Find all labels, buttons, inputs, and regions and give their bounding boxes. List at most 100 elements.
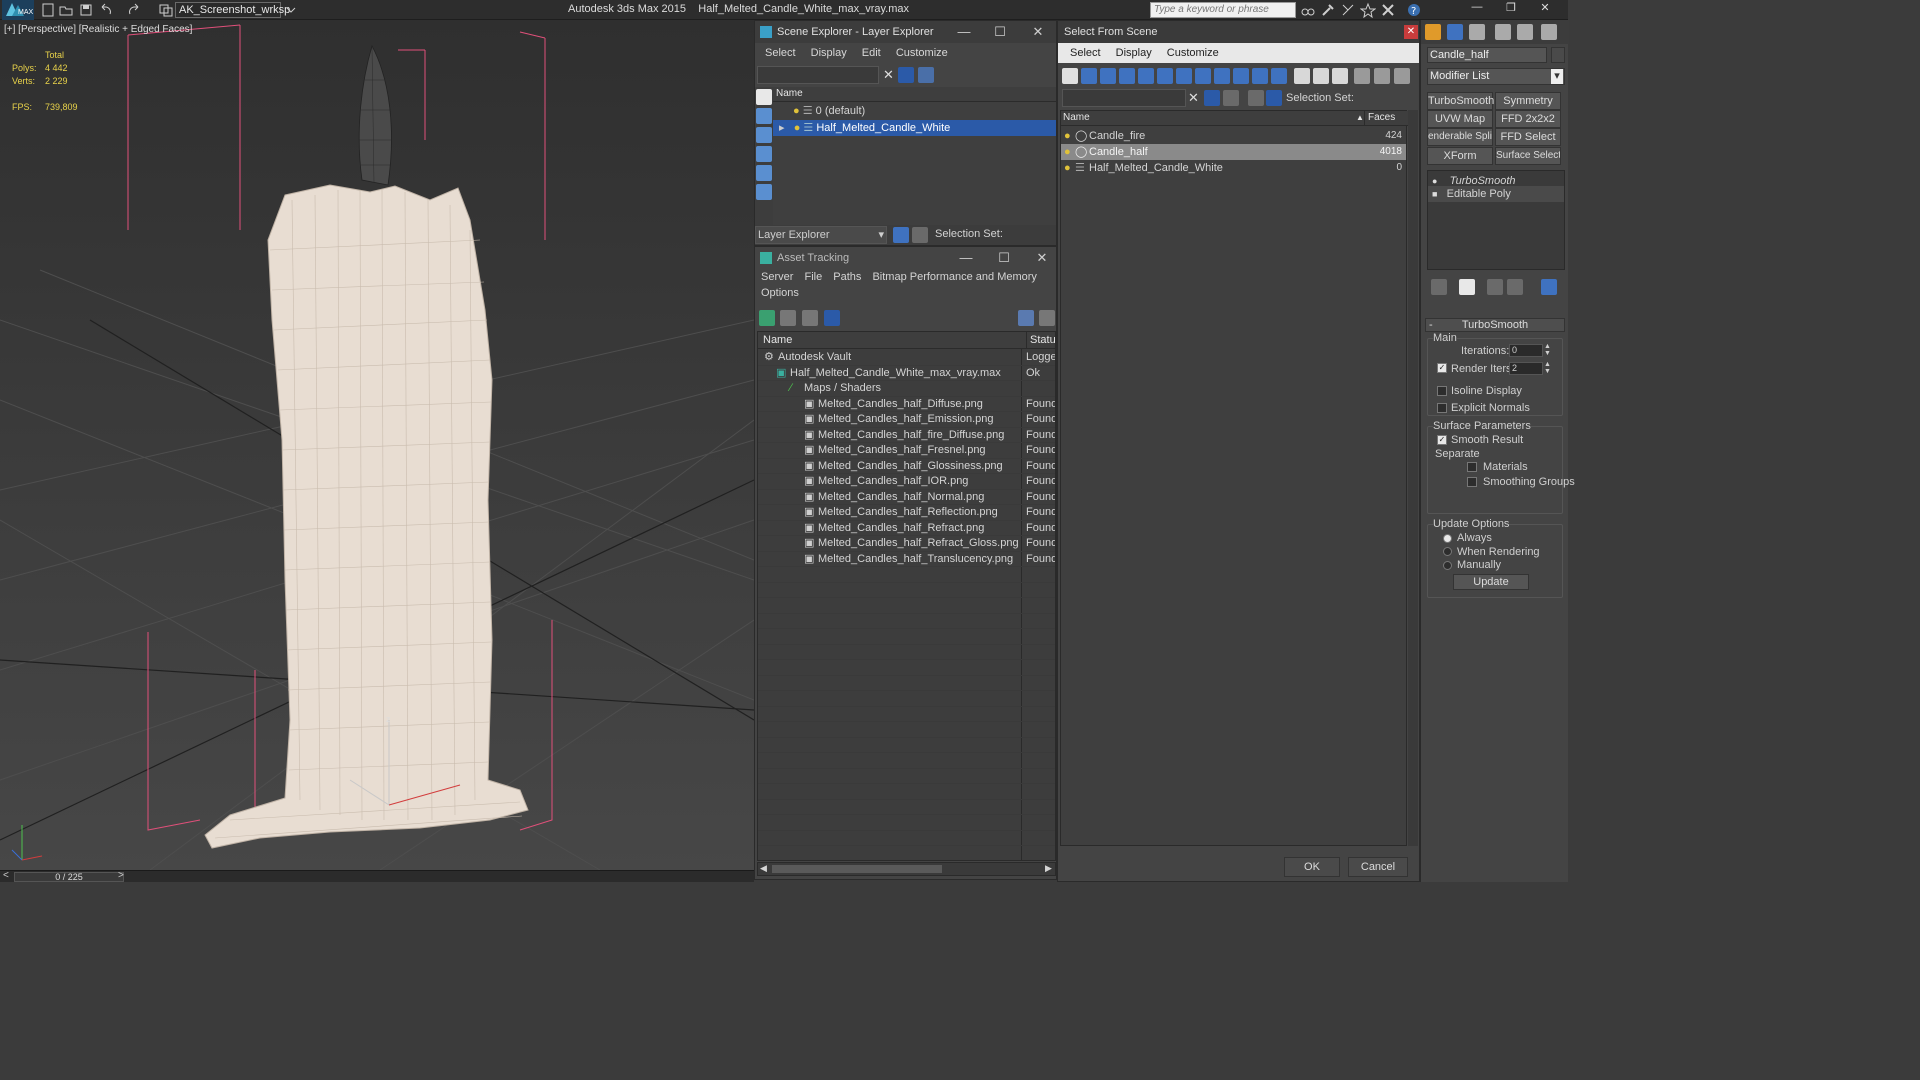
- asset-tracking-minimize[interactable]: —: [953, 247, 979, 269]
- object-row-layer[interactable]: ● ☰ Half_Melted_Candle_White 0: [1061, 160, 1406, 176]
- asset-row-map[interactable]: ▣ Melted_Candles_half_IOR.png Found: [758, 474, 1055, 490]
- display-geometry-icon[interactable]: [756, 108, 772, 124]
- time-prev-button[interactable]: <: [3, 870, 9, 881]
- filter-bones-icon[interactable]: [1233, 68, 1249, 84]
- make-unique-icon[interactable]: [1487, 279, 1503, 295]
- asset-row-map[interactable]: ▣ Melted_Candles_half_Fresnel.png Found: [758, 443, 1055, 459]
- select-invert-icon[interactable]: [1332, 68, 1348, 84]
- lightbulb-icon[interactable]: ●: [793, 105, 800, 117]
- filter-icon[interactable]: [898, 67, 914, 83]
- object-row-candle-fire[interactable]: ● ◯ Candle_fire 424: [1061, 128, 1406, 144]
- stack-item-editable-poly[interactable]: ■ Editable Poly: [1428, 186, 1564, 202]
- help-icon[interactable]: [1018, 310, 1034, 326]
- modifier-list-dropdown[interactable]: Modifier List ▾: [1427, 68, 1565, 85]
- filter-xrefs-icon[interactable]: [1214, 68, 1230, 84]
- iterations-spinner[interactable]: 0: [1509, 344, 1543, 357]
- tree-header-name[interactable]: Name: [773, 87, 1056, 102]
- cancel-button[interactable]: Cancel: [1348, 857, 1408, 877]
- menu-display[interactable]: Display: [811, 47, 847, 59]
- asset-row-empty[interactable]: [758, 645, 1055, 660]
- workspace-dropdown[interactable]: AK_Screenshot_wrksp: [175, 2, 290, 18]
- asset-tracking-close[interactable]: ✕: [1029, 247, 1055, 269]
- display-all-icon[interactable]: [756, 89, 772, 105]
- asset-row-scene-file[interactable]: ▣ Half_Melted_Candle_White_max_vray.max Ok: [758, 366, 1055, 381]
- display-cameras-icon[interactable]: [756, 165, 772, 181]
- asset-row-empty[interactable]: [758, 629, 1055, 645]
- modifier-button-turbosmooth[interactable]: TurboSmooth: [1427, 92, 1494, 110]
- asset-row-map[interactable]: ▣ Melted_Candles_half_fire_Diffuse.png Fou…: [758, 428, 1055, 443]
- tools-icon[interactable]: [1320, 2, 1336, 18]
- asset-row-empty[interactable]: [758, 831, 1055, 846]
- time-slider-thumb[interactable]: 0 / 225: [14, 872, 124, 882]
- tree-view-icon[interactable]: [802, 310, 818, 326]
- menu-server[interactable]: Server: [761, 271, 793, 283]
- app-logo[interactable]: MAX: [2, 0, 34, 20]
- asset-row-map[interactable]: ▣ Melted_Candles_half_Emission.png Found: [758, 412, 1055, 428]
- asset-row-map[interactable]: ▣ Melted_Candles_half_Refract_Gloss.png Fo…: [758, 536, 1055, 552]
- select-none-icon[interactable]: [1313, 68, 1329, 84]
- scene-explorer-close[interactable]: ✕: [1025, 21, 1051, 43]
- scene-explorer-maximize[interactable]: ☐: [987, 21, 1013, 43]
- lightbulb-icon[interactable]: ●: [1064, 128, 1071, 144]
- render-iters-spinner[interactable]: 2: [1509, 362, 1543, 375]
- asset-row-maps-group[interactable]: ∕ Maps / Shaders: [758, 381, 1055, 397]
- object-row-candle-half[interactable]: ● ◯ Candle_half 4018: [1061, 144, 1406, 160]
- save-icon[interactable]: [78, 2, 94, 18]
- lightbulb-icon[interactable]: ●: [1432, 176, 1437, 186]
- asset-row-map[interactable]: ▣ Melted_Candles_half_Glossiness.png Found: [758, 459, 1055, 474]
- table-view-icon[interactable]: [824, 310, 840, 326]
- isoline-checkbox[interactable]: [1437, 386, 1447, 396]
- hierarchy-icon[interactable]: [912, 227, 928, 243]
- col-name[interactable]: Name: [763, 332, 792, 349]
- show-end-result-icon[interactable]: [1459, 279, 1475, 295]
- clear-search-icon[interactable]: ✕: [883, 67, 894, 83]
- asset-row-vault[interactable]: ⚙ Autodesk Vault Logged: [758, 350, 1055, 366]
- filter-cameras-icon[interactable]: [1138, 68, 1154, 84]
- binoculars-icon[interactable]: [1300, 2, 1316, 18]
- filter-frozen-icon[interactable]: [1271, 68, 1287, 84]
- chevron-down-icon[interactable]: [283, 2, 299, 18]
- asset-hscrollbar[interactable]: ◀ ▶: [757, 862, 1056, 876]
- sfs-search-input[interactable]: [1062, 89, 1186, 107]
- asset-row-empty[interactable]: [758, 784, 1055, 800]
- asset-row-empty[interactable]: [758, 567, 1055, 583]
- filter-icon[interactable]: [1204, 90, 1220, 106]
- asset-row-empty[interactable]: [758, 769, 1055, 784]
- object-color-swatch[interactable]: [1551, 47, 1565, 63]
- modifier-button-xform[interactable]: XForm: [1427, 147, 1493, 165]
- layer-row-default[interactable]: ● ☰ 0 (default): [773, 103, 1056, 119]
- columns-icon[interactable]: [1394, 68, 1410, 84]
- asset-row-empty[interactable]: [758, 800, 1055, 815]
- asset-row-empty[interactable]: [758, 722, 1055, 738]
- asset-row-empty[interactable]: [758, 691, 1055, 707]
- when-rendering-radio[interactable]: [1443, 547, 1452, 556]
- scene-explorer-minimize[interactable]: —: [951, 21, 977, 43]
- perspective-viewport[interactable]: z [+] [Perspective] [Realistic + Edged F…: [0, 20, 754, 870]
- asset-row-map[interactable]: ▣ Melted_Candles_half_Reflection.png Found: [758, 505, 1055, 521]
- display-lights-icon[interactable]: [756, 146, 772, 162]
- asset-row-empty[interactable]: [758, 707, 1055, 722]
- expand-icon[interactable]: ▸: [779, 122, 785, 134]
- asset-row-empty[interactable]: [758, 660, 1055, 676]
- expand-icon[interactable]: ■: [1432, 189, 1437, 199]
- select-from-scene-titlebar[interactable]: Select From Scene ✕: [1058, 21, 1419, 43]
- layers-icon[interactable]: [1248, 90, 1264, 106]
- filter-lights-icon[interactable]: [1119, 68, 1135, 84]
- scene-explorer-search[interactable]: [757, 66, 879, 84]
- smoothing-groups-checkbox[interactable]: [1467, 477, 1477, 487]
- asset-row-empty[interactable]: [758, 846, 1055, 860]
- filter-warps-icon[interactable]: [1176, 68, 1192, 84]
- lightbulb-icon[interactable]: ●: [1064, 144, 1071, 160]
- lightbulb-icon[interactable]: ●: [1064, 160, 1071, 176]
- display-tab-icon[interactable]: [1517, 24, 1533, 40]
- time-next-button[interactable]: >: [118, 870, 124, 881]
- search-input[interactable]: Type a keyword or phrase: [1150, 2, 1296, 18]
- modifier-button-ffd-select[interactable]: FFD Select: [1495, 128, 1561, 146]
- asset-row-map[interactable]: ▣ Melted_Candles_half_Diffuse.png Found: [758, 397, 1055, 412]
- sfs-col-faces[interactable]: Faces: [1364, 111, 1395, 125]
- new-file-icon[interactable]: [40, 2, 56, 18]
- asset-row-empty[interactable]: [758, 598, 1055, 614]
- explorer-type-dropdown[interactable]: Layer Explorer ▾: [755, 226, 887, 244]
- exchange-icon[interactable]: [1380, 2, 1396, 18]
- modify-tab-icon[interactable]: [1447, 24, 1463, 40]
